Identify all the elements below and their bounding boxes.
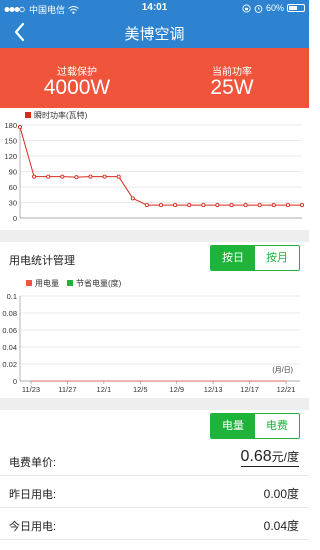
today-label: 今日用电:	[9, 521, 57, 533]
data-point	[215, 203, 220, 208]
y-tick-label: 0	[13, 377, 17, 386]
today-row: 今日用电: 0.04度	[0, 508, 309, 540]
data-point	[285, 203, 290, 208]
x-tick-label: 11/27	[58, 385, 76, 394]
data-point	[60, 174, 65, 179]
data-point	[46, 174, 51, 179]
tab-electricity[interactable]: 电量	[211, 414, 255, 438]
x-tick-label: 12/21	[277, 385, 296, 394]
x-tick-label: 12/1	[97, 385, 112, 394]
x-tick-label: 12/9	[169, 385, 184, 394]
lock-rotation-icon	[242, 3, 251, 13]
period-toggle: 按日 按月	[210, 245, 300, 271]
data-point	[243, 203, 248, 208]
tab-by-month[interactable]: 按月	[255, 246, 299, 270]
battery-percent: 60%	[265, 3, 284, 13]
data-point	[158, 203, 164, 208]
x-tick-label: 12/17	[240, 385, 259, 394]
yesterday-row: 昨日用电: 0.00度	[0, 476, 309, 508]
power-chart: 瞬时功率(瓦特) 180 150 120 90 60 30 0	[0, 108, 309, 230]
data-point	[130, 196, 135, 201]
legend-label: 瞬时功率(瓦特)	[34, 110, 88, 120]
unit-price-label: 电费单价:	[9, 457, 57, 469]
stats-title: 用电统计管理	[9, 255, 75, 267]
data-point	[201, 203, 206, 208]
x-tick-label: 12/5	[133, 385, 148, 394]
current-power-value: 25W	[210, 76, 254, 99]
series-line	[19, 126, 302, 206]
data-point	[102, 174, 107, 179]
legend-label-consumption: 用电量	[35, 278, 59, 288]
legend-swatch-consumption	[26, 280, 32, 286]
legend-label-saved: 节省电量(度)	[76, 278, 122, 288]
data-point	[88, 174, 93, 179]
legend-swatch	[25, 112, 31, 118]
data-point	[229, 203, 234, 208]
y-tick-label: 0	[13, 214, 17, 223]
alarm-icon	[254, 4, 263, 13]
consumption-chart-svg: 用电量 节省电量(度) 0.1 0.08 0.06 0.04 0.02 0 11/23 11/27…	[2, 278, 300, 394]
y-tick-label: 0.06	[2, 326, 17, 335]
status-right: 60%	[242, 3, 305, 13]
data-point	[299, 203, 305, 208]
data-point	[32, 174, 37, 179]
tab-cost[interactable]: 电费	[255, 414, 299, 438]
data-point	[173, 203, 178, 208]
status-bar: 中国电信 14:01 60%	[0, 0, 309, 16]
x-tick-label: 12/13	[204, 385, 223, 394]
yesterday-label: 昨日用电:	[9, 489, 57, 501]
tab-by-day[interactable]: 按日	[211, 246, 255, 270]
section-divider-2	[0, 398, 309, 410]
consumption-chart: 用电量 节省电量(度) 0.1 0.08 0.06 0.04 0.02 0 11/23 11/27…	[0, 273, 309, 396]
page-title: 美博空调	[124, 26, 185, 43]
y-tick-label: 0.1	[7, 292, 17, 301]
x-axis-unit: (月/日)	[272, 366, 293, 374]
legend-swatch-saved	[67, 280, 73, 286]
y-tick-label: 0.04	[2, 343, 17, 352]
unit-price-input[interactable]: 0.68元/度	[240, 448, 299, 467]
section-divider	[0, 230, 309, 242]
data-point	[271, 203, 276, 208]
y-tick-label: 0.08	[2, 309, 17, 318]
power-banner: 过载保护 4000W 当前功率 25W	[0, 48, 309, 108]
data-point	[74, 175, 79, 180]
y-tick-label: 0.02	[2, 360, 17, 369]
overload-value: 4000W	[43, 76, 111, 99]
data-point	[187, 203, 192, 208]
x-tick-label: 11/23	[22, 385, 40, 394]
unit-price-value: 0.68	[240, 448, 272, 465]
y-tick-label: 150	[4, 137, 17, 146]
unit-price-row: 电费单价: 0.68元/度	[0, 444, 309, 476]
nav-bar: 美博空调	[0, 16, 309, 48]
y-tick-label: 30	[9, 199, 17, 208]
data-point	[144, 203, 149, 208]
y-tick-label: 90	[9, 168, 17, 177]
yesterday-value: 0.00度	[263, 487, 299, 501]
y-tick-label: 180	[4, 121, 17, 130]
battery-icon	[287, 4, 305, 12]
data-point	[257, 203, 262, 208]
power-chart-svg: 瞬时功率(瓦特) 180 150 120 90 60 30 0	[4, 110, 305, 223]
current-power: 当前功率 25W	[155, 48, 309, 108]
overload-protection: 过载保护 4000W	[0, 48, 154, 108]
unit-price-unit: 元/度	[271, 450, 299, 464]
data-point	[17, 125, 23, 130]
y-tick-label: 60	[9, 183, 17, 192]
y-tick-label: 120	[4, 152, 17, 161]
metric-toggle: 电量 电费	[210, 413, 300, 439]
today-value: 0.04度	[263, 519, 299, 533]
data-point	[116, 174, 121, 179]
